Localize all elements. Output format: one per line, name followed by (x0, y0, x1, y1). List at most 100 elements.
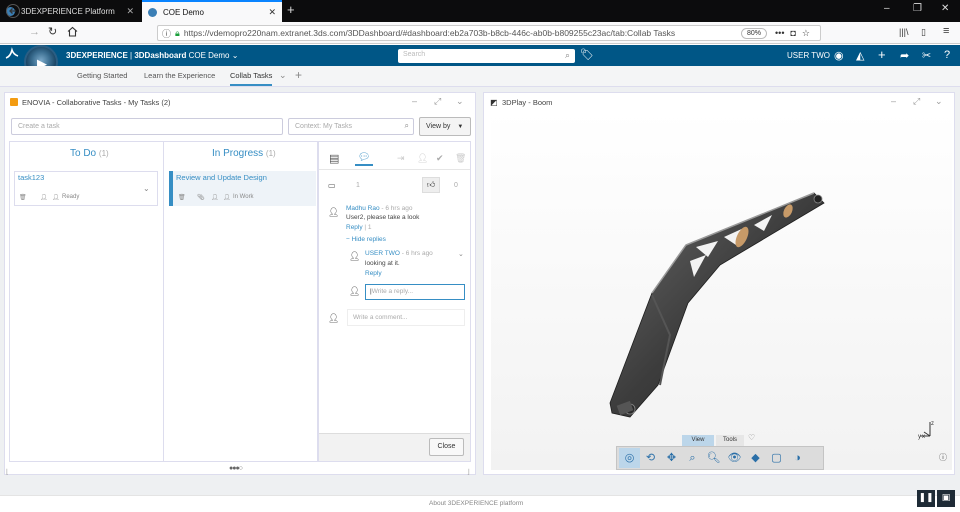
hide-replies-link[interactable]: − Hide replies (346, 236, 386, 243)
info-icon[interactable]: ⓘ (939, 452, 947, 463)
widget-menu-chevron-icon[interactable]: ⌄ (935, 96, 943, 107)
in-progress-column-header: In Progress (1) (212, 148, 276, 159)
tools-icon[interactable]: ✂ (922, 49, 931, 62)
complete-check-icon[interactable]: ✔ (436, 153, 444, 164)
reply-link[interactable]: Reply | 1 (346, 224, 372, 231)
info-icon[interactable]: ⓘ (162, 27, 171, 40)
zoom-level[interactable]: 80% (741, 27, 768, 39)
browser-tab-coe-demo[interactable]: COE Demo ✕ (142, 0, 282, 22)
add-icon[interactable]: + (878, 47, 886, 62)
url-text[interactable]: https://vdemopro220nam.extranet.3ds.com/… (184, 28, 741, 38)
view-by-dropdown[interactable]: View by ▼ (419, 117, 471, 136)
close-window-icon[interactable]: ✕ (941, 3, 949, 14)
expand-chevron-icon[interactable]: ⌄ (143, 184, 150, 193)
dashboard-chevron-icon[interactable]: ⌄ (232, 51, 239, 60)
search-input[interactable]: Search ⌕ (398, 49, 575, 63)
reload-icon[interactable]: ↻ (48, 25, 57, 38)
library-icon[interactable]: |||\ (899, 27, 909, 37)
boom-3d-model[interactable] (600, 185, 830, 420)
pause-icon[interactable]: ❚❚ (917, 490, 935, 507)
rotate-icon[interactable]: ⟲ (640, 448, 661, 468)
add-tab-icon[interactable]: + (295, 68, 302, 82)
resize-handle-icon[interactable]: ⌊ (6, 468, 9, 476)
reply-link[interactable]: Reply (365, 270, 382, 277)
document-tab-icon[interactable]: ▤ (329, 152, 339, 165)
resize-handle-icon[interactable]: ⌋ (467, 468, 470, 476)
menu-hamburger-icon[interactable]: ≡ (943, 25, 949, 37)
view-by-label: View by (426, 123, 451, 130)
toolbar-tab-tools[interactable]: Tools (716, 435, 744, 446)
create-task-input[interactable]: Create a task (11, 118, 283, 135)
attachment-icon[interactable]: 📎︎ (197, 194, 205, 201)
delete-icon[interactable]: 🗑︎ (178, 194, 186, 201)
close-tab-icon[interactable]: ✕ (126, 6, 134, 17)
close-button[interactable]: Close (429, 438, 464, 456)
search-icon[interactable]: ⌕ (405, 121, 409, 131)
user-icon: 👤︎ (223, 195, 231, 201)
minimize-widget-icon[interactable]: – (891, 96, 896, 106)
axis-x-label: x (922, 434, 925, 440)
render-cube-icon[interactable]: ◆ (745, 448, 766, 468)
axis-z-label: z (931, 421, 934, 427)
forward-arrow-icon[interactable]: → (29, 26, 40, 38)
view-options-icon[interactable]: ◑ (787, 448, 808, 468)
reply-label[interactable]: Reply (346, 224, 363, 231)
task-title[interactable]: task123 (18, 173, 44, 182)
search-icon[interactable]: ⌕ (565, 50, 570, 61)
delete-icon[interactable]: 🗑︎ (19, 194, 27, 201)
user-name[interactable]: USER TWO (787, 51, 830, 60)
restore-window-icon[interactable]: ❐ (913, 3, 922, 14)
assignee-icon[interactable]: 👤︎ (40, 194, 48, 201)
comments-count: 1 (356, 182, 360, 189)
minimize-widget-icon[interactable]: – (412, 96, 417, 106)
reply-input[interactable]: |Write a reply... (365, 284, 465, 300)
column-count: (1) (98, 149, 109, 158)
tag-icon[interactable]: 🏷︎ (580, 48, 594, 61)
author-name[interactable]: USER TWO (365, 250, 400, 257)
tab-collab-tasks[interactable]: Collab Tasks (230, 71, 273, 86)
back-arrow-icon[interactable] (6, 4, 20, 21)
zoom-icon[interactable]: 🔍︎ (703, 448, 724, 468)
maximize-widget-icon[interactable]: ⤢ (434, 96, 441, 107)
browser-tab-3dexperience[interactable]: 3DEXPERIENCE Platform ✕ (0, 0, 140, 22)
close-tab-icon[interactable]: ✕ (268, 7, 276, 18)
bookmark-star-icon[interactable]: ☆ (802, 28, 810, 39)
minimize-window-icon[interactable]: – (884, 3, 890, 14)
view-eye-icon[interactable]: 👁︎ (724, 448, 745, 468)
new-tab-button[interactable]: + (287, 2, 295, 17)
pocket-icon[interactable]: ◘ (790, 28, 795, 38)
notification-icon[interactable]: ◭ (856, 49, 864, 62)
section-box-icon[interactable]: ▢ (766, 448, 787, 468)
author-name[interactable]: Madhu Rao (346, 205, 380, 212)
screen-icon[interactable]: ▣ (937, 490, 955, 507)
help-icon[interactable]: ? (944, 49, 950, 61)
page-actions-icon[interactable]: ••• (775, 28, 784, 38)
assignee-icon[interactable]: 👤︎ (211, 194, 219, 201)
comment-menu-chevron-icon[interactable]: ⌄ (458, 250, 464, 258)
address-bar[interactable]: ⓘ 🔒︎ https://vdemopro220nam.extranet.3ds… (157, 25, 821, 41)
widget-menu-chevron-icon[interactable]: ⌄ (456, 96, 464, 107)
home-icon[interactable] (67, 26, 78, 40)
task-status: Ready (62, 194, 80, 200)
user-profile-icon[interactable]: ◉ (834, 49, 844, 62)
comments-tab-icon[interactable]: 💬︎ (355, 152, 373, 166)
pan-icon[interactable]: ✥ (661, 448, 682, 468)
pagination-dots[interactable]: ●●●○ (229, 465, 243, 472)
zoom-fit-icon[interactable]: ⌕ (682, 448, 703, 468)
select-icon[interactable]: ◎ (619, 448, 640, 468)
about-platform-link[interactable]: About 3DEXPERIENCE platform (429, 500, 523, 507)
sidebar-icon[interactable]: ▯ (921, 27, 926, 38)
toolbar-tab-view[interactable]: View (682, 435, 714, 446)
favorite-heart-icon[interactable]: ♡ (748, 433, 755, 442)
task-title[interactable]: Review and Update Design (176, 173, 267, 182)
comment-author: USER TWO - 6 hrs ago (365, 250, 433, 257)
share-icon[interactable]: ➦ (900, 49, 909, 62)
tab-getting-started[interactable]: Getting Started (77, 71, 127, 80)
dashboard-name[interactable]: COE Demo (189, 51, 230, 60)
maximize-widget-icon[interactable]: ⤢ (913, 96, 920, 107)
like-button[interactable]: 👍︎ (422, 177, 440, 193)
tab-chevron-down-icon[interactable]: ⌄ (279, 70, 287, 81)
tab-learn-the-experience[interactable]: Learn the Experience (144, 71, 215, 80)
comment-input[interactable]: Write a comment... (347, 309, 465, 326)
context-filter-input[interactable]: Context: My Tasks ⌕ (288, 118, 414, 135)
